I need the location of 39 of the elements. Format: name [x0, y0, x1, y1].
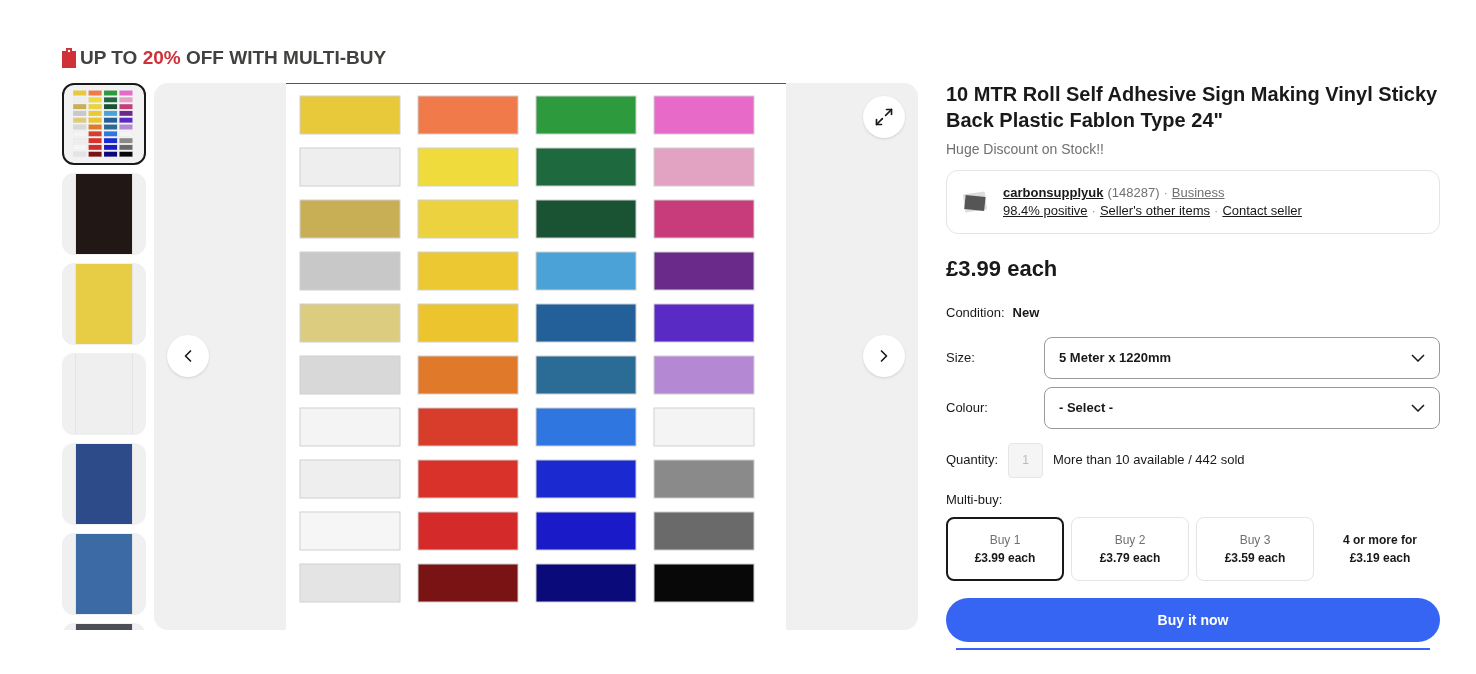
image-thumbnail[interactable]	[62, 83, 146, 165]
option-dropdown[interactable]: 5 Meter x 1220mm	[1044, 336, 1440, 379]
condition-label: Condition:	[946, 304, 1005, 322]
option-label: Size:	[946, 348, 976, 367]
product-title: 10 MTR Roll Self Adhesive Sign Making Vinyl Sticky Back Plastic Fablon Type 24"	[946, 82, 1439, 133]
chevron-down-icon	[1411, 353, 1425, 362]
seller-link[interactable]: Contact seller	[1222, 202, 1302, 220]
image-thumbnail[interactable]	[62, 533, 146, 615]
product-subtitle: Huge Discount on Stock!!	[946, 140, 1105, 159]
option-dropdown[interactable]: - Select -	[1044, 386, 1440, 429]
buy-it-now-button[interactable]: Buy it now	[946, 598, 1440, 642]
price-tag-icon	[62, 48, 76, 68]
seller-name-link[interactable]: carbonsupplyuk	[1003, 184, 1104, 202]
seller-link[interactable]: Seller's other items	[1099, 202, 1211, 220]
seller-link[interactable]: 98.4% positive	[1003, 202, 1088, 220]
expand-icon	[874, 107, 894, 127]
multi-buy-label: Multi-buy:	[946, 490, 1004, 509]
option-label: Colour:	[946, 398, 989, 417]
colour-chart-drawing	[72, 90, 136, 158]
condition-value: New	[1012, 304, 1040, 322]
availability-text: More than 10 available / 442 sold	[1053, 451, 1245, 470]
multi-buy-promo: UP TO 20% OFF WITH MULTI-BUY	[80, 45, 387, 70]
multi-buy-option[interactable]: 4 or more for £3.19 each	[1321, 517, 1439, 581]
separator-dot: ·	[1163, 184, 1168, 202]
image-thumbnail[interactable]	[62, 443, 146, 525]
quantity-label: Quantity:	[946, 451, 1000, 470]
feedback-count: (148287)	[1107, 184, 1160, 202]
chevron-down-icon	[1411, 403, 1425, 412]
multi-buy-option[interactable]: Buy 1 £3.99 each	[946, 517, 1064, 581]
separator-dot: ·	[1091, 202, 1096, 220]
image-thumbnail[interactable]	[62, 263, 146, 345]
fullscreen-button[interactable]	[863, 96, 905, 138]
image-thumbnail[interactable]	[62, 173, 146, 255]
item-price: £3.99 each	[946, 255, 1059, 283]
multi-buy-option[interactable]: Buy 2 £3.79 each	[1071, 517, 1189, 581]
multi-buy-option[interactable]: Buy 3 £3.59 each	[1196, 517, 1314, 581]
separator-dot: ·	[1214, 202, 1219, 220]
business-link[interactable]: Business	[1171, 184, 1225, 202]
image-thumbnail[interactable]	[62, 353, 146, 435]
